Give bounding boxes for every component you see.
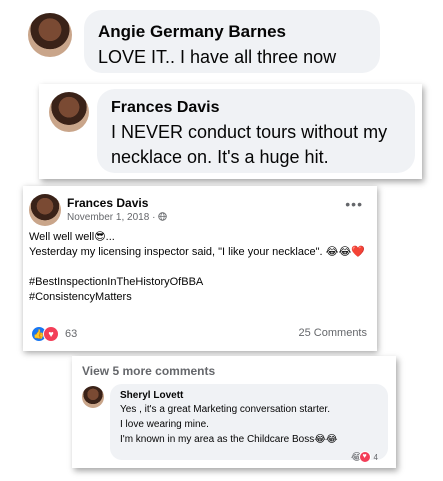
comment-text: I NEVER conduct tours without my necklac… bbox=[111, 122, 388, 167]
comments-section-card: View 5 more comments Sheryl Lovett Yes ,… bbox=[72, 356, 396, 468]
post-card: Frances Davis November 1, 2018 · ••• Wel… bbox=[23, 186, 377, 351]
avatar[interactable] bbox=[82, 386, 104, 408]
post-author[interactable]: Frances Davis bbox=[67, 196, 148, 210]
love-icon: ♥ bbox=[358, 451, 371, 463]
hashtag-link[interactable]: #BestInspectionInTheHistoryOfBBA bbox=[29, 275, 369, 290]
comment-card-frances: Frances Davis I NEVER conduct tours with… bbox=[39, 84, 422, 179]
post-line: Yesterday my licensing inspector said, "… bbox=[29, 246, 365, 258]
comment-reaction-count: 4 bbox=[373, 452, 378, 462]
comment-line: Yes , it's a great Marketing conversatio… bbox=[120, 404, 330, 415]
view-more-comments-link[interactable]: View 5 more comments bbox=[82, 364, 215, 378]
comments-count-link[interactable]: 25 Comments bbox=[299, 327, 367, 339]
post-body: Well well well😎... Yesterday my licensin… bbox=[29, 230, 369, 305]
comment-author[interactable]: Sheryl Lovett bbox=[120, 390, 378, 401]
post-line: Well well well😎... bbox=[29, 231, 115, 243]
comment-author[interactable]: Angie Germany Barnes bbox=[98, 22, 366, 42]
comment-line: I love wearing mine. bbox=[120, 419, 209, 430]
avatar[interactable] bbox=[49, 92, 89, 132]
comment-bubble: Frances Davis I NEVER conduct tours with… bbox=[97, 89, 415, 173]
more-options-icon[interactable]: ••• bbox=[345, 196, 363, 212]
post-meta: November 1, 2018 · bbox=[67, 212, 167, 223]
comment-bubble: Angie Germany Barnes LOVE IT.. I have al… bbox=[84, 10, 380, 73]
comment-card-angie: Angie Germany Barnes LOVE IT.. I have al… bbox=[0, 0, 383, 76]
love-icon: ♥ bbox=[43, 326, 59, 342]
reactions-summary[interactable]: 👍 ♥ 63 bbox=[31, 326, 77, 342]
comment-text: LOVE IT.. I have all three now bbox=[98, 47, 337, 67]
globe-icon bbox=[158, 212, 167, 221]
comment-reactions[interactable]: 😂 ♥ 4 bbox=[351, 451, 378, 463]
avatar[interactable] bbox=[29, 194, 61, 226]
avatar[interactable] bbox=[28, 13, 72, 57]
meta-separator: · bbox=[152, 212, 156, 223]
comment-author[interactable]: Frances Davis bbox=[111, 99, 401, 117]
comment-line: I'm known in my area as the Childcare Bo… bbox=[120, 434, 338, 445]
reaction-count: 63 bbox=[65, 328, 78, 340]
post-date[interactable]: November 1, 2018 bbox=[67, 212, 149, 223]
comment-bubble: Sheryl Lovett Yes , it's a great Marketi… bbox=[110, 384, 388, 463]
hashtag-link[interactable]: #ConsistencyMatters bbox=[29, 290, 369, 305]
